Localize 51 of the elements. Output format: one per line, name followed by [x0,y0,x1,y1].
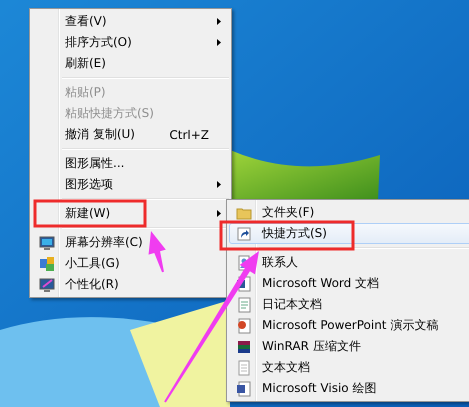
menu-item[interactable]: 屏幕分辨率(C) [32,232,229,253]
journal-document-icon [236,296,252,312]
submenu-arrow-icon [217,39,221,46]
menu-item[interactable]: 日记本文档 [229,294,469,315]
menu-item[interactable]: Microsoft PowerPoint 演示文稿 [229,315,469,336]
menu-item-label: 新建(W) [65,205,110,222]
menu-item-label: Microsoft PowerPoint 演示文稿 [262,317,438,334]
menu-item-label: WinRAR 压缩文件 [262,338,361,355]
menu-item-label: 文件夹(F) [262,204,314,221]
menu-item[interactable]: 刷新(E) [32,53,229,74]
menu-item-label: 查看(V) [65,13,107,30]
books-stack-icon [236,338,252,354]
menu-item[interactable]: 查看(V) [32,11,229,32]
menu-item-label: 撤消 复制(U) [65,126,135,143]
menu-item-label: 图形属性... [65,155,124,172]
menu-item-label: 日记本文档 [262,296,322,313]
menu-item-label: Microsoft Word 文档 [262,275,380,292]
menu-item-label: 文本文档 [262,359,310,376]
menu-item-label: 快捷方式(S) [262,225,327,242]
powerpoint-document-icon [236,318,252,334]
menu-item[interactable]: 个性化(R) [32,274,229,295]
menu-item[interactable]: 新建(W) [32,203,229,224]
menu-item-label: 小工具(G) [65,255,120,272]
menu-item[interactable]: 撤消 复制(U) Ctrl+Z [32,124,229,145]
menu-item[interactable]: WinRAR 压缩文件 [229,336,469,357]
monitor-brush-icon [39,276,55,292]
menu-item[interactable]: 文本文档 [229,357,469,378]
shortcut-key: Ctrl+Z [169,128,209,142]
menu-item-label: 屏幕分辨率(C) [65,234,143,251]
submenu-arrow-icon [217,181,221,188]
text-document-icon [236,360,252,376]
visio-document-icon [236,380,252,396]
submenu-arrow-icon [217,18,221,25]
menu-item[interactable]: 小工具(G) [32,253,229,274]
menu-item-label: 图形选项 [65,176,113,193]
menu-item-label: 排序方式(O) [65,34,132,51]
menu-item-label: Microsoft Visio 绘图 [262,380,376,397]
menu-item[interactable]: 快捷方式(S) [229,223,469,244]
monitor-icon [39,234,55,250]
menu-item[interactable]: 排序方式(O) [32,32,229,53]
menu-item-label: 个性化(R) [65,276,119,293]
submenu-arrow-icon [217,210,221,217]
menu-item[interactable]: 文件夹(F) [229,202,469,223]
menu-item-label: 粘贴快捷方式(S) [65,105,154,122]
menu-item[interactable]: 图形选项 [32,174,229,195]
menu-item-label: 联系人 [262,254,298,271]
menu-item[interactable]: Microsoft Visio 绘图 [229,378,469,399]
menu-item-label: 刷新(E) [65,55,106,72]
menu-item-label: 粘贴(P) [65,84,106,101]
menu-item[interactable]: 图形属性... [32,153,229,174]
gadgets-icon [39,256,55,272]
